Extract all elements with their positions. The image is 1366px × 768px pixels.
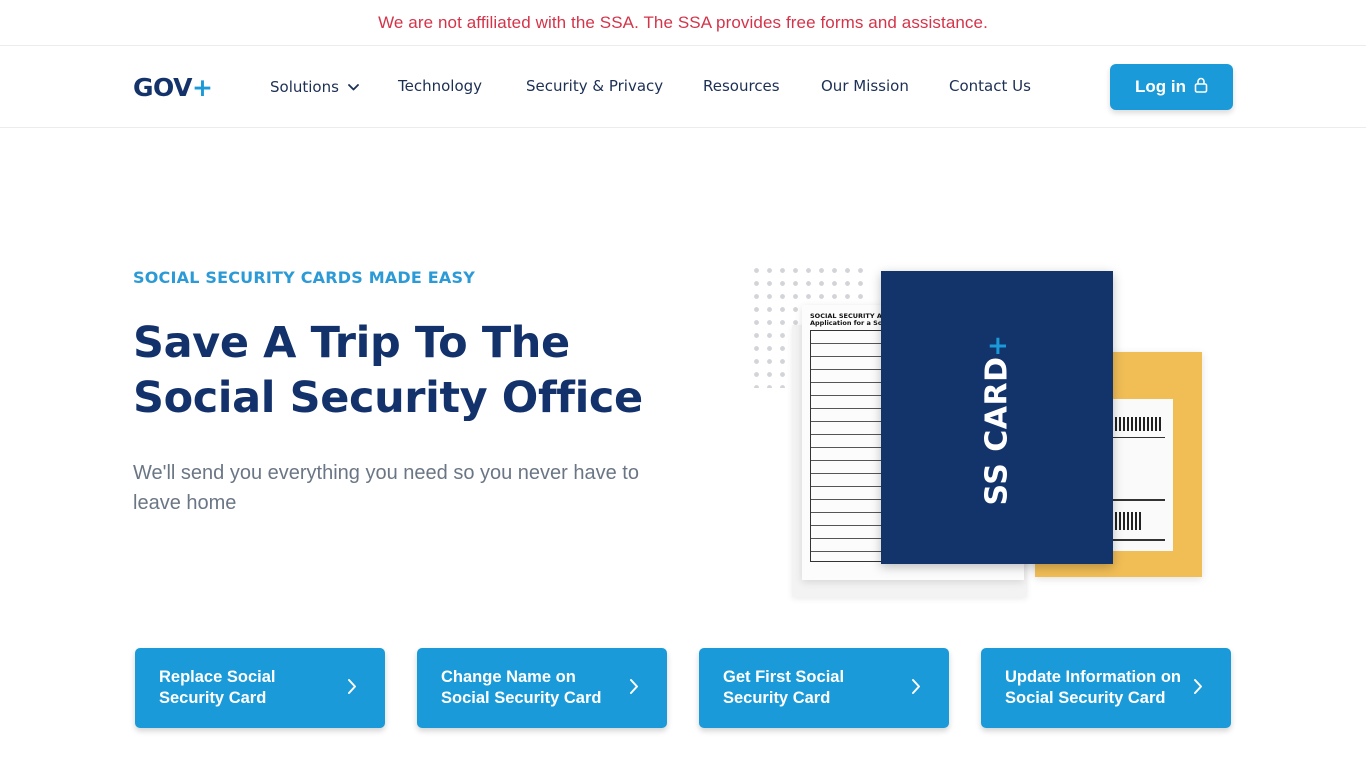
cta-change-name[interactable]: Change Name on Social Security Card (417, 648, 667, 728)
hero-subtext: We'll send you everything you need so yo… (133, 462, 639, 514)
hero-eyebrow: SOCIAL SECURITY CARDS MADE EASY (133, 268, 476, 287)
chevron-right-icon (629, 678, 639, 700)
nav-item-contact-us[interactable]: Contact Us (949, 77, 1031, 95)
main-nav: GOV+ Solutions Technology Security & Pri… (0, 47, 1366, 128)
cta-label: Update Information on Social Security Ca… (1005, 668, 1181, 707)
headline-line-1: Save A Trip To The (133, 318, 570, 368)
logo[interactable]: GOV+ (133, 73, 213, 102)
chevron-down-icon (347, 77, 359, 95)
nav-item-label: Solutions (270, 78, 339, 96)
login-button[interactable]: Log in (1110, 64, 1233, 110)
nav-item-our-mission[interactable]: Our Mission (821, 77, 909, 95)
ss-card-folder: + SS CARD (881, 271, 1113, 564)
cta-first-card[interactable]: Get First Social Security Card (699, 648, 949, 728)
cta-replace-card[interactable]: Replace Social Security Card (135, 648, 385, 728)
hero-illustration: SOCIAL SECURITY ADMI Application for a S… (745, 255, 1215, 605)
chevron-right-icon (347, 678, 357, 700)
cta-update-information[interactable]: Update Information on Social Security Ca… (981, 648, 1231, 728)
disclaimer-text: We are not affiliated with the SSA. The … (378, 12, 988, 32)
nav-item-technology[interactable]: Technology (398, 77, 482, 95)
nav-item-solutions[interactable]: Solutions (270, 77, 359, 96)
cta-label: Replace Social Security Card (159, 668, 276, 707)
logo-text: GOV (133, 73, 192, 102)
login-label: Log in (1135, 77, 1186, 96)
lock-icon (1194, 77, 1208, 98)
service-cta-row: Replace Social Security Card Change Name… (135, 648, 1231, 728)
logo-plus: + (191, 73, 213, 102)
chevron-right-icon (911, 678, 921, 700)
nav-item-security-privacy[interactable]: Security & Privacy (526, 77, 663, 95)
hero-headline: Save A Trip To The Social Security Offic… (133, 316, 643, 426)
cta-label: Change Name on Social Security Card (441, 668, 602, 707)
headline-line-2: Social Security Office (133, 373, 643, 423)
ss-card-text: SS CARD (979, 356, 1015, 506)
cta-label: Get First Social Security Card (723, 668, 845, 707)
nav-item-resources[interactable]: Resources (703, 77, 780, 95)
plus-icon: + (987, 331, 1009, 361)
chevron-right-icon (1193, 678, 1203, 700)
disclaimer-banner: We are not affiliated with the SSA. The … (0, 0, 1366, 46)
